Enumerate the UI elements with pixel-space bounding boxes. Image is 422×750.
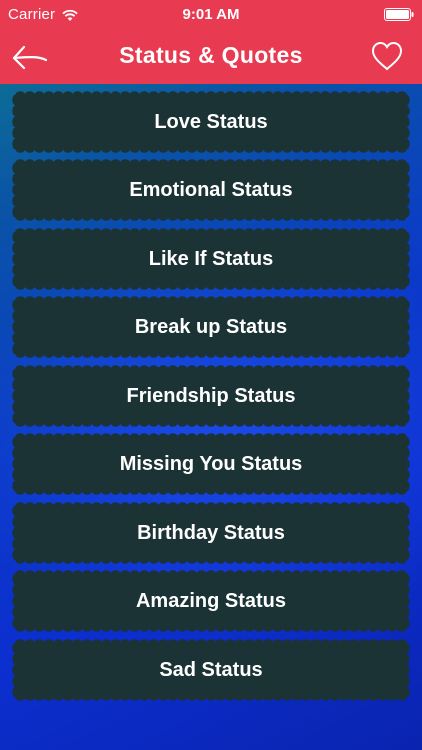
- category-label: Friendship Status: [126, 385, 296, 407]
- category-label: Sad Status: [159, 659, 263, 681]
- category-item-friendship[interactable]: Friendship Status: [12, 365, 410, 427]
- category-label: Love Status: [154, 111, 268, 133]
- category-label: Birthday Status: [137, 522, 285, 544]
- category-label: Like If Status: [148, 248, 274, 270]
- page-title: Status & Quotes: [119, 42, 303, 68]
- category-label: Break up Status: [134, 316, 288, 338]
- heart-icon[interactable]: [370, 40, 404, 72]
- navigation-bar: Status & Quotes: [0, 30, 422, 84]
- status-bar: Carrier 9:01 AM: [0, 0, 422, 30]
- category-item-love[interactable]: Love Status: [12, 91, 410, 153]
- battery-icon: [384, 8, 414, 21]
- category-label: Missing You Status: [119, 453, 303, 475]
- category-label: Amazing Status: [135, 590, 287, 612]
- category-item-birthday[interactable]: Birthday Status: [12, 502, 410, 564]
- category-item-amazing[interactable]: Amazing Status: [12, 570, 410, 632]
- category-label: Emotional Status: [129, 179, 293, 201]
- category-item-missing-you[interactable]: Missing You Status: [12, 433, 410, 495]
- status-time: 9:01 AM: [182, 6, 240, 23]
- category-item-emotional[interactable]: Emotional Status: [12, 159, 410, 221]
- category-item-break-up[interactable]: Break up Status: [12, 296, 410, 358]
- category-item-sad[interactable]: Sad Status: [12, 639, 410, 701]
- category-item-like-if[interactable]: Like If Status: [12, 228, 410, 290]
